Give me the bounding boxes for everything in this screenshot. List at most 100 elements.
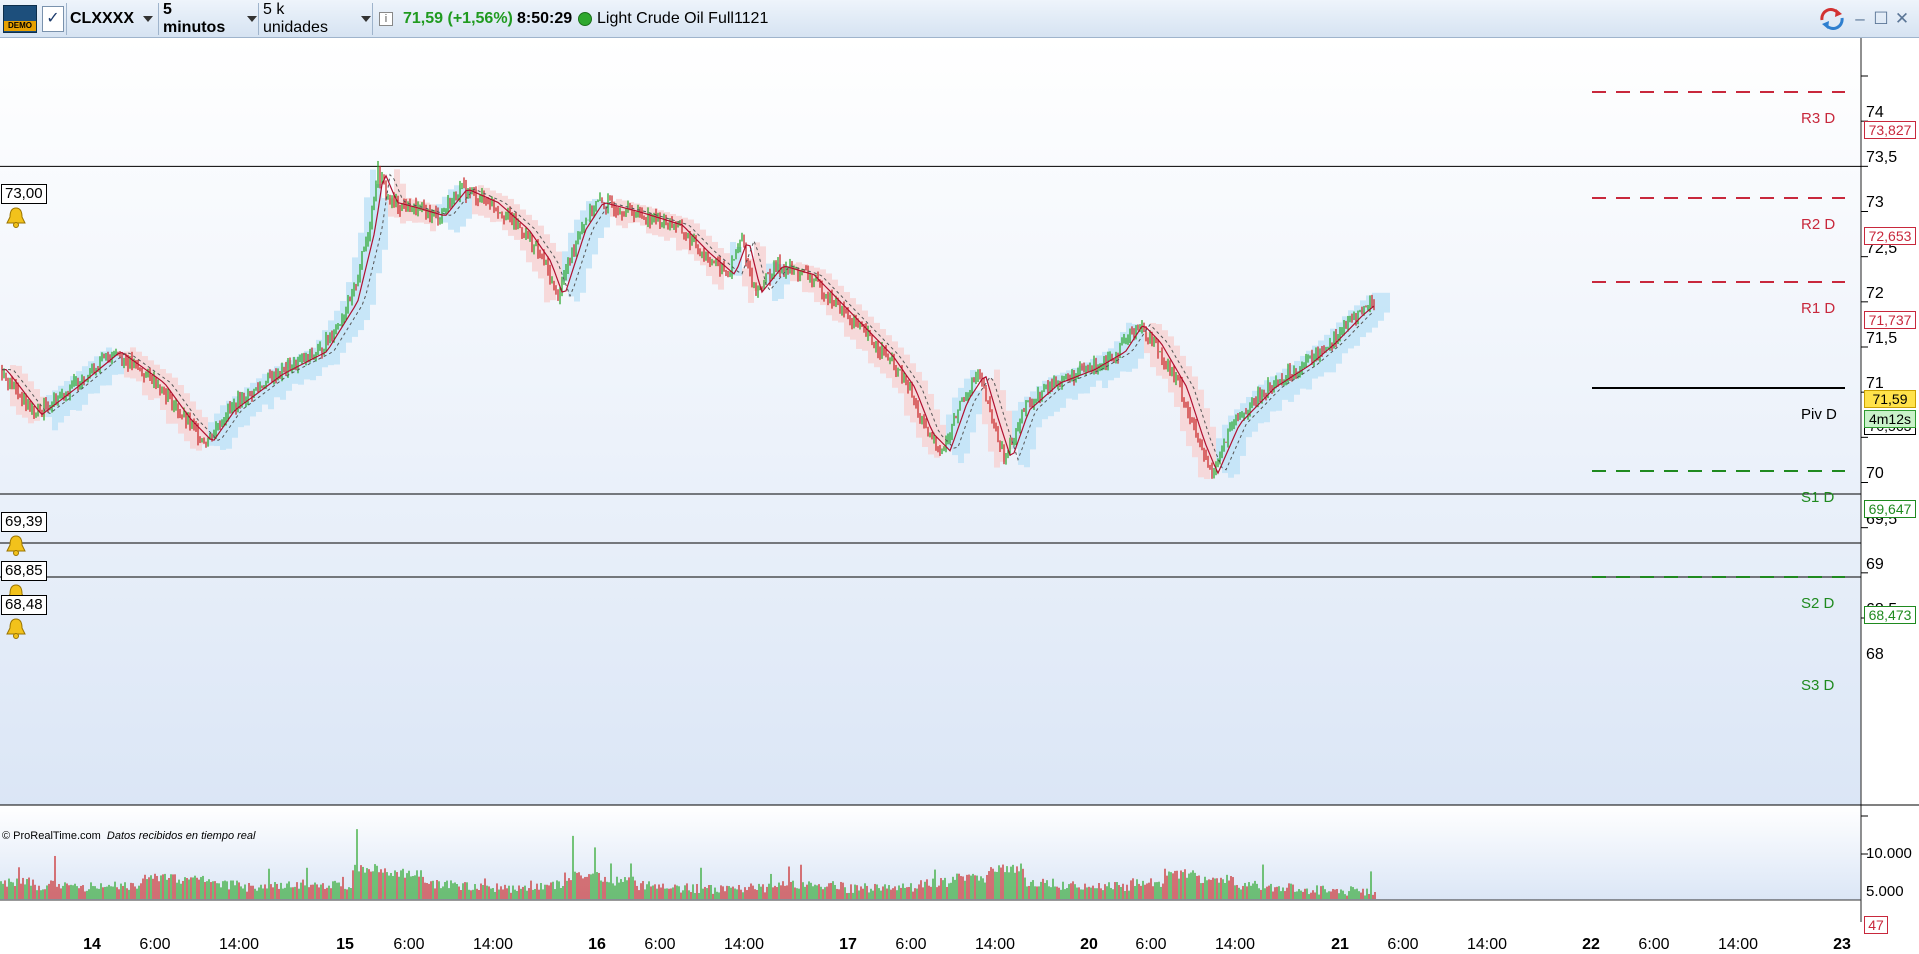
ichimoku-cloud-segment	[1276, 372, 1282, 411]
minimize-icon[interactable]: –	[1850, 8, 1870, 30]
ichimoku-cloud-segment	[766, 263, 772, 286]
ichimoku-cloud-segment	[1300, 355, 1306, 389]
ichimoku-cloud-segment	[424, 202, 430, 225]
ichimoku-cloud-segment	[826, 273, 832, 316]
x-axis-label: 23	[1833, 936, 1851, 953]
x-axis-label: 6:00	[393, 936, 425, 953]
x-axis-label: 6:00	[1135, 936, 1167, 953]
ichimoku-cloud-segment	[592, 198, 598, 255]
ichimoku-cloud-segment	[880, 329, 886, 374]
pivot-price-box: 68,473	[1864, 606, 1916, 624]
ichimoku-cloud-segment	[952, 397, 958, 456]
ichimoku-cloud-segment	[1186, 366, 1192, 447]
ichimoku-cloud-segment	[394, 169, 400, 218]
chevron-down-icon	[143, 16, 154, 22]
ichimoku-cloud-segment	[760, 246, 766, 287]
ichimoku-cloud-segment	[1336, 322, 1342, 364]
ichimoku-cloud-segment	[214, 413, 220, 447]
ichimoku-cloud-segment	[748, 258, 754, 303]
ichimoku-cloud-segment	[1252, 390, 1258, 432]
ichimoku-cloud-segment	[412, 199, 418, 223]
ichimoku-cloud-segment	[988, 378, 994, 452]
x-axis-label: 6:00	[1387, 936, 1419, 953]
x-axis-label: 22	[1582, 936, 1600, 953]
ichimoku-cloud-segment	[1144, 332, 1150, 354]
ichimoku-cloud-segment	[502, 195, 508, 231]
ichimoku-cloud-segment	[1030, 391, 1036, 450]
ichimoku-cloud-segment	[322, 330, 328, 368]
ichimoku-cloud-segment	[490, 190, 496, 223]
demo-badge: DEMO	[4, 21, 36, 31]
ichimoku-cloud-segment	[160, 369, 166, 410]
ichimoku-cloud-segment	[628, 202, 634, 224]
ichimoku-cloud-segment	[562, 251, 568, 282]
x-axis-label: 14:00	[974, 936, 1016, 953]
ichimoku-cloud-segment	[292, 357, 298, 384]
checkbox-icon[interactable]: ✓	[42, 6, 64, 32]
chevron-down-icon	[247, 16, 257, 22]
instrument-selector[interactable]: CLXXXX	[70, 0, 158, 38]
x-axis-label: 14:00	[723, 936, 765, 953]
ichimoku-cloud-segment	[682, 217, 688, 250]
price-change: (+1,56%)	[447, 10, 513, 27]
price-chart[interactable]	[0, 38, 1919, 922]
data-credit: © ProRealTime.com Datos recibidos en tie…	[2, 830, 255, 842]
pivot-price-box: 73,827	[1864, 121, 1916, 139]
units-label: 5 k unidades	[263, 1, 328, 36]
live-status-icon	[578, 12, 592, 26]
ichimoku-cloud-segment	[712, 241, 718, 285]
last-price: 71,59 (+1,56%)	[403, 0, 513, 38]
ichimoku-cloud-segment	[1240, 403, 1246, 456]
ichimoku-cloud-segment	[868, 316, 874, 364]
price-tick-label: 73,5	[1866, 149, 1898, 167]
ichimoku-cloud-segment	[28, 381, 34, 424]
ichimoku-cloud-segment	[364, 197, 370, 321]
ichimoku-cloud-segment	[1078, 365, 1084, 394]
sync-icon[interactable]	[1818, 8, 1846, 30]
ichimoku-cloud-segment	[418, 201, 424, 223]
ichimoku-cloud-segment	[208, 422, 214, 446]
volume-tick-label: 5.000	[1866, 883, 1904, 900]
toolbar-divider	[158, 3, 159, 35]
alert-bell-icon[interactable]	[4, 206, 28, 229]
demo-icon[interactable]: DEMO	[3, 5, 37, 33]
ichimoku-cloud-segment	[616, 198, 622, 226]
chart-area[interactable]: 7473,57372,57271,57170,57069,56968,56873…	[0, 38, 1919, 953]
ichimoku-cloud-segment	[1198, 389, 1204, 478]
alert-bell-icon[interactable]	[4, 617, 28, 639]
ichimoku-cloud-segment	[310, 347, 316, 381]
ichimoku-cloud-segment	[832, 279, 838, 321]
ichimoku-cloud-segment	[1084, 362, 1090, 394]
credit-note: Datos recibidos en tiempo real	[106, 830, 256, 842]
ichimoku-cloud-segment	[478, 185, 484, 216]
ichimoku-cloud-segment	[802, 264, 808, 293]
ichimoku-cloud-segment	[1060, 372, 1066, 408]
timeframe-selector[interactable]: 5 minutos	[163, 0, 257, 38]
ichimoku-cloud-segment	[112, 351, 118, 375]
ichimoku-cloud-segment	[1228, 415, 1234, 478]
ichimoku-cloud-segment	[904, 354, 910, 416]
units-selector[interactable]: 5 k unidades	[263, 0, 371, 38]
ichimoku-cloud-segment	[1294, 360, 1300, 395]
timeframe-label: 5 minutos	[163, 1, 226, 36]
ichimoku-cloud-segment	[154, 364, 160, 399]
alert-bell-icon[interactable]	[4, 534, 28, 556]
x-axis-label: 6:00	[895, 936, 927, 953]
price-tick-label: 69	[1866, 555, 1884, 573]
ichimoku-cloud-segment	[934, 409, 940, 458]
ichimoku-cloud-segment	[1360, 300, 1366, 338]
ichimoku-cloud-segment	[658, 210, 664, 237]
info-icon[interactable]: i	[379, 12, 393, 26]
chart-toolbar: DEMO ✓ CLXXXX 5 minutos 5 k unidades i 7…	[0, 0, 1919, 38]
x-axis-label: 15	[336, 936, 354, 953]
ichimoku-cloud-segment	[820, 269, 826, 306]
ichimoku-cloud-segment	[1132, 324, 1138, 369]
close-icon[interactable]: ✕	[1892, 8, 1912, 30]
ichimoku-cloud-segment	[1216, 438, 1222, 461]
ichimoku-cloud-segment	[652, 208, 658, 236]
ichimoku-cloud-segment	[46, 395, 52, 418]
ichimoku-cloud-segment	[538, 225, 544, 279]
price-tick-label: 72	[1866, 284, 1884, 302]
ichimoku-cloud-segment	[1324, 334, 1330, 373]
maximize-icon[interactable]: ☐	[1871, 8, 1891, 30]
